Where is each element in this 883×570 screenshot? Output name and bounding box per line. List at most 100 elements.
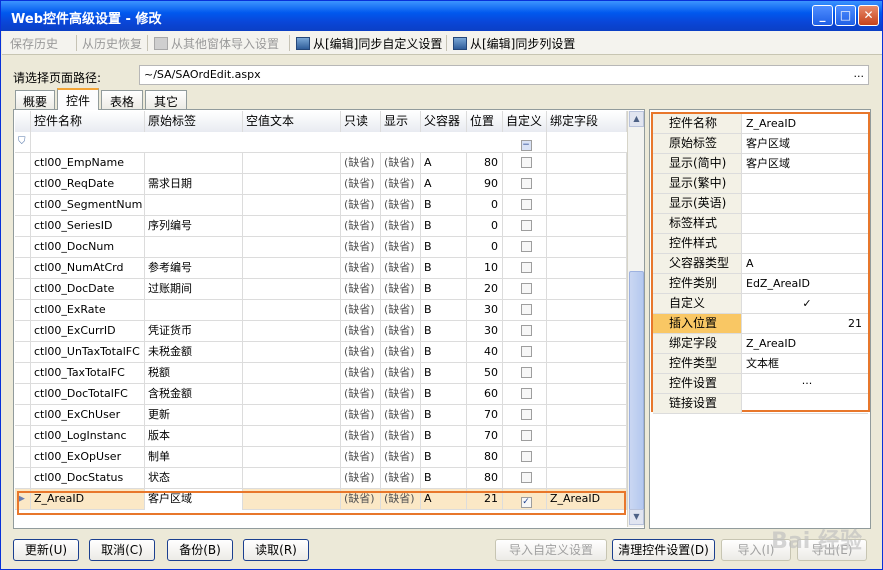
cell-empty-text[interactable] [243, 216, 341, 237]
cell-original-label[interactable]: 凭证货币 [145, 321, 243, 342]
cell-custom-checkbox[interactable] [503, 426, 547, 447]
cell-parent[interactable]: B [421, 342, 467, 363]
table-row[interactable]: ctl00_LogInstanc 版本 (缺省) (缺省) B 70 [15, 426, 627, 447]
cell-empty-text[interactable] [243, 384, 341, 405]
cell-original-label[interactable]: 制单 [145, 447, 243, 468]
row-indicator[interactable] [15, 153, 31, 174]
cell-original-label[interactable] [145, 237, 243, 258]
cell-position[interactable]: 0 [467, 237, 503, 258]
maximize-button[interactable]: □ [835, 5, 856, 26]
cell-custom-checkbox[interactable] [503, 321, 547, 342]
property-row[interactable]: 插入位置 21 [653, 314, 868, 334]
cell-parent[interactable]: B [421, 279, 467, 300]
cell-empty-text[interactable] [243, 300, 341, 321]
cell-original-label[interactable]: 过账期间 [145, 279, 243, 300]
cell-original-label[interactable] [145, 153, 243, 174]
cell-custom-checkbox[interactable] [503, 258, 547, 279]
checkbox[interactable] [520, 451, 532, 462]
cell-control-name[interactable]: ctl00_ExChUser [31, 405, 145, 426]
filter-custom-checkbox[interactable]: − [503, 132, 547, 153]
cell-bind-field[interactable] [547, 426, 627, 447]
cell-bind-field[interactable] [547, 195, 627, 216]
property-value[interactable] [743, 194, 868, 213]
cell-readonly[interactable]: (缺省) [341, 195, 381, 216]
checkbox[interactable] [520, 220, 532, 231]
cell-parent[interactable]: B [421, 468, 467, 489]
row-indicator[interactable] [15, 174, 31, 195]
cell-parent[interactable]: A [421, 153, 467, 174]
restore-history-button[interactable]: 从历史恢复 [82, 35, 142, 52]
cell-bind-field[interactable] [547, 216, 627, 237]
update-button[interactable]: 更新(U) [13, 539, 79, 561]
cell-readonly[interactable]: (缺省) [341, 384, 381, 405]
cell-readonly[interactable]: (缺省) [341, 216, 381, 237]
row-indicator[interactable] [15, 300, 31, 321]
cell-show[interactable]: (缺省) [381, 300, 421, 321]
cell-control-name[interactable]: ctl00_LogInstanc [31, 426, 145, 447]
page-path-field[interactable]: ~/SA/SAOrdEdit.aspx ... [139, 65, 869, 85]
row-indicator[interactable] [15, 279, 31, 300]
cell-position[interactable]: 10 [467, 258, 503, 279]
table-row[interactable]: ctl00_DocNum (缺省) (缺省) B 0 [15, 237, 627, 258]
cell-parent[interactable]: B [421, 447, 467, 468]
tab-table[interactable]: 表格 [101, 90, 143, 109]
cell-custom-checkbox[interactable] [503, 153, 547, 174]
col-header-parent[interactable]: 父容器 [421, 111, 467, 132]
row-indicator[interactable] [15, 342, 31, 363]
cell-readonly[interactable]: (缺省) [341, 153, 381, 174]
cell-bind-field[interactable] [547, 468, 627, 489]
row-indicator[interactable] [15, 426, 31, 447]
checkbox[interactable] [520, 367, 532, 378]
cell-control-name[interactable]: ctl00_ExCurrID [31, 321, 145, 342]
checkbox[interactable] [520, 199, 532, 210]
row-indicator[interactable] [15, 237, 31, 258]
cell-custom-checkbox[interactable] [503, 195, 547, 216]
cell-show[interactable]: (缺省) [381, 195, 421, 216]
cell-custom-checkbox[interactable] [503, 342, 547, 363]
table-row[interactable]: ctl00_ExRate (缺省) (缺省) B 30 [15, 300, 627, 321]
table-row[interactable]: ctl00_ExCurrID 凭证货币 (缺省) (缺省) B 30 [15, 321, 627, 342]
property-value[interactable]: Z_AreaID [743, 334, 868, 353]
checkbox[interactable] [520, 262, 532, 273]
col-header-original-label[interactable]: 原始标签 [145, 111, 243, 132]
checkbox[interactable] [520, 346, 532, 357]
cell-bind-field[interactable] [547, 300, 627, 321]
cell-show[interactable]: (缺省) [381, 426, 421, 447]
property-value[interactable]: ··· [743, 374, 868, 393]
cell-parent[interactable]: B [421, 216, 467, 237]
cell-bind-field[interactable] [547, 363, 627, 384]
cell-parent[interactable]: B [421, 363, 467, 384]
property-row[interactable]: 链接设置 [653, 394, 868, 414]
cell-parent[interactable]: B [421, 300, 467, 321]
minimize-button[interactable]: _ [812, 5, 833, 26]
cell-control-name[interactable]: ctl00_DocTotalFC [31, 384, 145, 405]
cell-readonly[interactable]: (缺省) [341, 300, 381, 321]
cell-custom-checkbox[interactable] [503, 363, 547, 384]
cell-original-label[interactable]: 版本 [145, 426, 243, 447]
cell-position[interactable]: 20 [467, 279, 503, 300]
table-row[interactable]: ctl00_TaxTotalFC 税额 (缺省) (缺省) B 50 [15, 363, 627, 384]
cell-custom-checkbox[interactable] [503, 174, 547, 195]
table-row[interactable]: ctl00_SegmentNum (缺省) (缺省) B 0 [15, 195, 627, 216]
cell-parent[interactable]: B [421, 195, 467, 216]
cell-empty-text[interactable] [243, 258, 341, 279]
table-row[interactable]: ctl00_UnTaxTotalFC 未税金额 (缺省) (缺省) B 40 [15, 342, 627, 363]
cell-show[interactable]: (缺省) [381, 468, 421, 489]
cell-readonly[interactable]: (缺省) [341, 426, 381, 447]
cell-bind-field[interactable] [547, 447, 627, 468]
row-indicator[interactable] [15, 468, 31, 489]
close-button[interactable]: ✕ [858, 5, 879, 26]
cell-control-name[interactable]: ctl00_SegmentNum [31, 195, 145, 216]
property-row[interactable]: 自定义 ✓ [653, 294, 868, 314]
cell-original-label[interactable]: 序列编号 [145, 216, 243, 237]
property-value[interactable]: 客户区域 [743, 134, 868, 153]
checkbox[interactable] [520, 178, 532, 189]
row-indicator[interactable] [15, 258, 31, 279]
cell-position[interactable]: 80 [467, 468, 503, 489]
save-history-button[interactable]: 保存历史 [10, 35, 58, 52]
table-row[interactable]: ctl00_DocStatus 状态 (缺省) (缺省) B 80 [15, 468, 627, 489]
property-row[interactable]: 绑定字段 Z_AreaID [653, 334, 868, 354]
cell-empty-text[interactable] [243, 321, 341, 342]
cell-empty-text[interactable] [243, 237, 341, 258]
cell-position[interactable]: 70 [467, 426, 503, 447]
